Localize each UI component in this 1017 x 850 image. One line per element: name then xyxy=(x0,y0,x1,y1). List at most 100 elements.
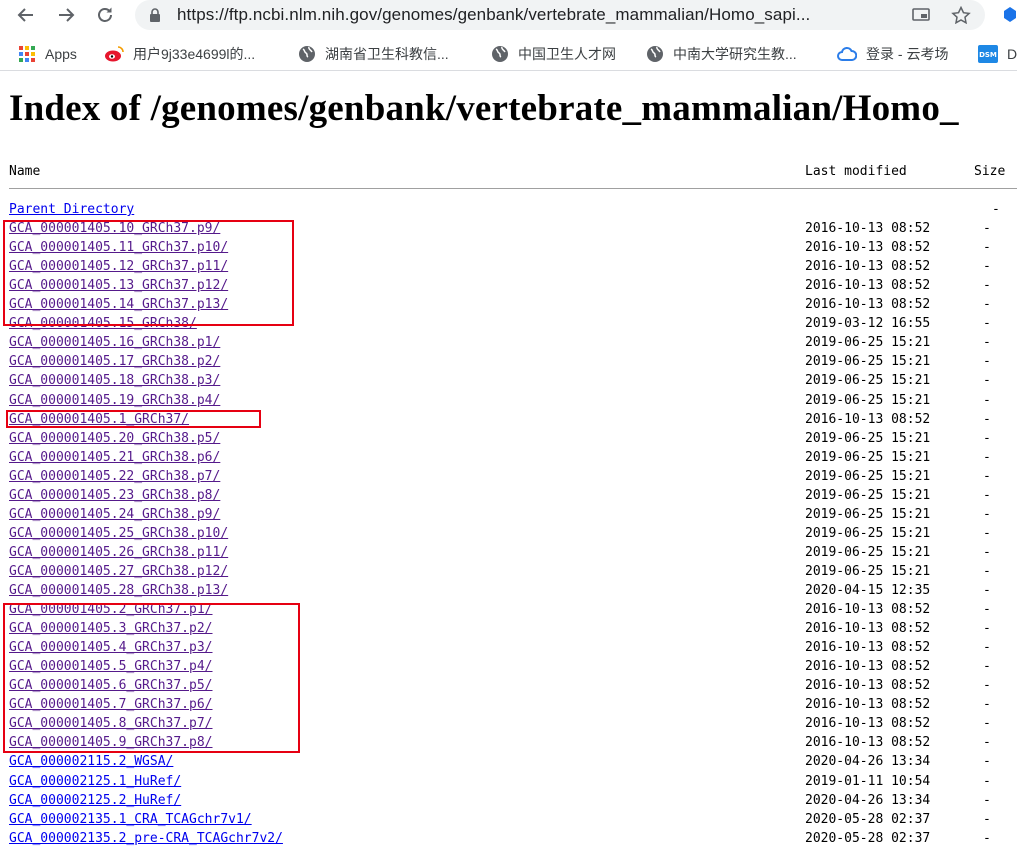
file-size: - xyxy=(983,697,991,713)
last-modified: 2019-06-25 15:21 xyxy=(805,335,931,351)
highlight-box xyxy=(3,603,300,753)
last-modified: 2019-06-25 15:21 xyxy=(805,430,931,446)
last-modified: 2019-03-12 16:55 xyxy=(805,316,931,332)
file-size: - xyxy=(983,716,991,732)
file-size: - xyxy=(983,583,991,598)
last-modified: 2019-06-25 15:21 xyxy=(805,487,931,503)
highlight-box xyxy=(6,410,261,428)
table-row: GCA_000002125.1_HuRef/2019-01-11 10:54 - xyxy=(9,774,1017,793)
globe-icon xyxy=(299,46,315,62)
bookmark-star-icon[interactable] xyxy=(951,6,971,24)
last-modified: 2016-10-13 08:52 xyxy=(805,411,931,427)
bookmark-weibo[interactable]: 用户9j33e4699l的... xyxy=(104,44,255,64)
file-size: - xyxy=(983,449,991,465)
directory-link[interactable]: GCA_000001405.27_GRCh38.p12/ xyxy=(9,564,228,579)
directory-link[interactable]: GCA_000002135.1_CRA_TCAGchr7v1/ xyxy=(9,812,252,827)
directory-link[interactable]: GCA_000002125.1_HuRef/ xyxy=(9,774,181,789)
reload-icon xyxy=(98,7,112,22)
directory-link[interactable]: GCA_000001405.19_GRCh38.p4/ xyxy=(9,393,220,408)
bookmark-hunan[interactable]: 湖南省卫生科教信... xyxy=(298,44,449,64)
last-modified: 2019-06-25 15:21 xyxy=(805,354,931,370)
globe-icon xyxy=(647,46,663,62)
header-divider xyxy=(9,188,1017,189)
bookmark-csu[interactable]: 中南大学研究生教... xyxy=(646,44,797,64)
last-modified: 2020-04-26 13:34 xyxy=(805,754,931,770)
highlight-box xyxy=(3,220,294,326)
column-header-modified[interactable]: Last modified xyxy=(805,164,907,179)
file-size: - xyxy=(983,792,991,808)
directory-link[interactable]: GCA_000001405.28_GRCh38.p13/ xyxy=(9,583,228,598)
last-modified: 2020-05-28 02:37 xyxy=(805,830,931,846)
reload-button[interactable] xyxy=(91,1,119,29)
directory-link[interactable]: GCA_000002115.2_WGSA/ xyxy=(9,754,173,769)
cloud-icon xyxy=(837,46,857,61)
globe-icon xyxy=(492,46,508,62)
directory-link[interactable]: GCA_000001405.26_GRCh38.p11/ xyxy=(9,545,228,560)
directory-link[interactable]: GCA_000002135.2_pre-CRA_TCAGchr7v2/ xyxy=(9,831,283,846)
column-header-name[interactable]: Name xyxy=(9,164,40,179)
bookmarks-bar: Apps 用户9j33e4699l的... 湖南省卫生科教信... 中国卫生人才… xyxy=(0,36,1017,71)
last-modified: 2019-06-25 15:21 xyxy=(805,392,931,408)
extension-icon[interactable] xyxy=(1003,5,1017,23)
file-size: - xyxy=(983,373,991,389)
parent-directory-link[interactable]: Parent Directory xyxy=(9,202,134,217)
directory-link[interactable]: GCA_000001405.17_GRCh38.p2/ xyxy=(9,354,220,369)
table-row: GCA_000002115.2_WGSA/2020-04-26 13:34 - xyxy=(9,754,1017,773)
bookmark-label: 中南大学研究生教... xyxy=(673,46,797,62)
file-size: - xyxy=(983,297,991,313)
table-row: GCA_000001405.22_GRCh38.p7/2019-06-25 15… xyxy=(9,469,1017,488)
directory-link[interactable]: GCA_000001405.24_GRCh38.p9/ xyxy=(9,507,220,522)
last-modified: 2020-04-26 13:34 xyxy=(805,792,931,808)
last-modified: 2019-01-11 10:54 xyxy=(805,773,931,789)
parent-size: - xyxy=(992,202,1000,217)
file-size: - xyxy=(983,544,991,560)
table-row: GCA_000001405.19_GRCh38.p4/2019-06-25 15… xyxy=(9,393,1017,412)
file-size: - xyxy=(983,468,991,484)
bookmark-label: Apps xyxy=(45,46,77,62)
svg-text:DSM: DSM xyxy=(979,51,997,59)
directory-link[interactable]: GCA_000001405.22_GRCh38.p7/ xyxy=(9,469,220,484)
last-modified: 2019-06-25 15:21 xyxy=(805,506,931,522)
directory-link[interactable]: GCA_000001405.23_GRCh38.p8/ xyxy=(9,488,220,503)
directory-link[interactable]: GCA_000001405.25_GRCh38.p10/ xyxy=(9,526,228,541)
address-bar[interactable]: https://ftp.ncbi.nlm.nih.gov/genomes/gen… xyxy=(135,0,985,30)
bookmark-exam[interactable]: 登录 - 云考场 xyxy=(837,44,948,64)
file-size: - xyxy=(983,754,991,770)
bookmark-label: 湖南省卫生科教信... xyxy=(325,46,449,62)
bookmark-dsm[interactable]: DSM D xyxy=(978,44,1017,64)
bookmark-apps[interactable]: Apps xyxy=(18,44,77,64)
last-modified: 2016-10-13 08:52 xyxy=(805,735,931,751)
column-header-size[interactable]: Size xyxy=(974,164,1005,179)
file-size: - xyxy=(983,316,991,332)
file-size: - xyxy=(983,811,991,827)
directory-link[interactable]: GCA_000001405.16_GRCh38.p1/ xyxy=(9,335,220,350)
forward-button[interactable] xyxy=(52,1,80,29)
last-modified: 2019-06-25 15:21 xyxy=(805,449,931,465)
bookmark-label: 中国卫生人才网 xyxy=(518,46,616,62)
last-modified: 2016-10-13 08:52 xyxy=(805,278,931,294)
file-size: - xyxy=(983,640,991,656)
forward-arrow-icon xyxy=(59,8,75,22)
page-title: Index of /genomes/genbank/vertebrate_mam… xyxy=(9,88,959,129)
table-row: GCA_000001405.17_GRCh38.p2/2019-06-25 15… xyxy=(9,354,1017,373)
back-button[interactable] xyxy=(12,1,40,29)
bookmark-talent[interactable]: 中国卫生人才网 xyxy=(491,44,616,64)
table-row: GCA_000002135.1_CRA_TCAGchr7v1/2020-05-2… xyxy=(9,812,1017,831)
last-modified: 2016-10-13 08:52 xyxy=(805,240,931,256)
directory-link[interactable]: GCA_000001405.20_GRCh38.p5/ xyxy=(9,431,220,446)
directory-link[interactable]: GCA_000002125.2_HuRef/ xyxy=(9,793,181,808)
directory-link[interactable]: GCA_000001405.21_GRCh38.p6/ xyxy=(9,450,220,465)
directory-link[interactable]: GCA_000001405.18_GRCh38.p3/ xyxy=(9,373,220,388)
table-row: GCA_000002135.2_pre-CRA_TCAGchr7v2/2020-… xyxy=(9,831,1017,850)
file-size: - xyxy=(983,602,991,617)
last-modified: 2016-10-13 08:52 xyxy=(805,621,931,636)
last-modified: 2019-06-25 15:21 xyxy=(805,525,931,541)
url-text[interactable]: https://ftp.ncbi.nlm.nih.gov/genomes/gen… xyxy=(177,5,895,25)
last-modified: 2016-10-13 08:52 xyxy=(805,221,931,236)
file-size: - xyxy=(983,773,991,789)
cast-icon[interactable] xyxy=(911,6,931,24)
back-arrow-icon xyxy=(17,8,33,22)
last-modified: 2016-10-13 08:52 xyxy=(805,297,931,313)
table-row: GCA_000001405.21_GRCh38.p6/2019-06-25 15… xyxy=(9,450,1017,469)
last-modified: 2019-06-25 15:21 xyxy=(805,373,931,389)
